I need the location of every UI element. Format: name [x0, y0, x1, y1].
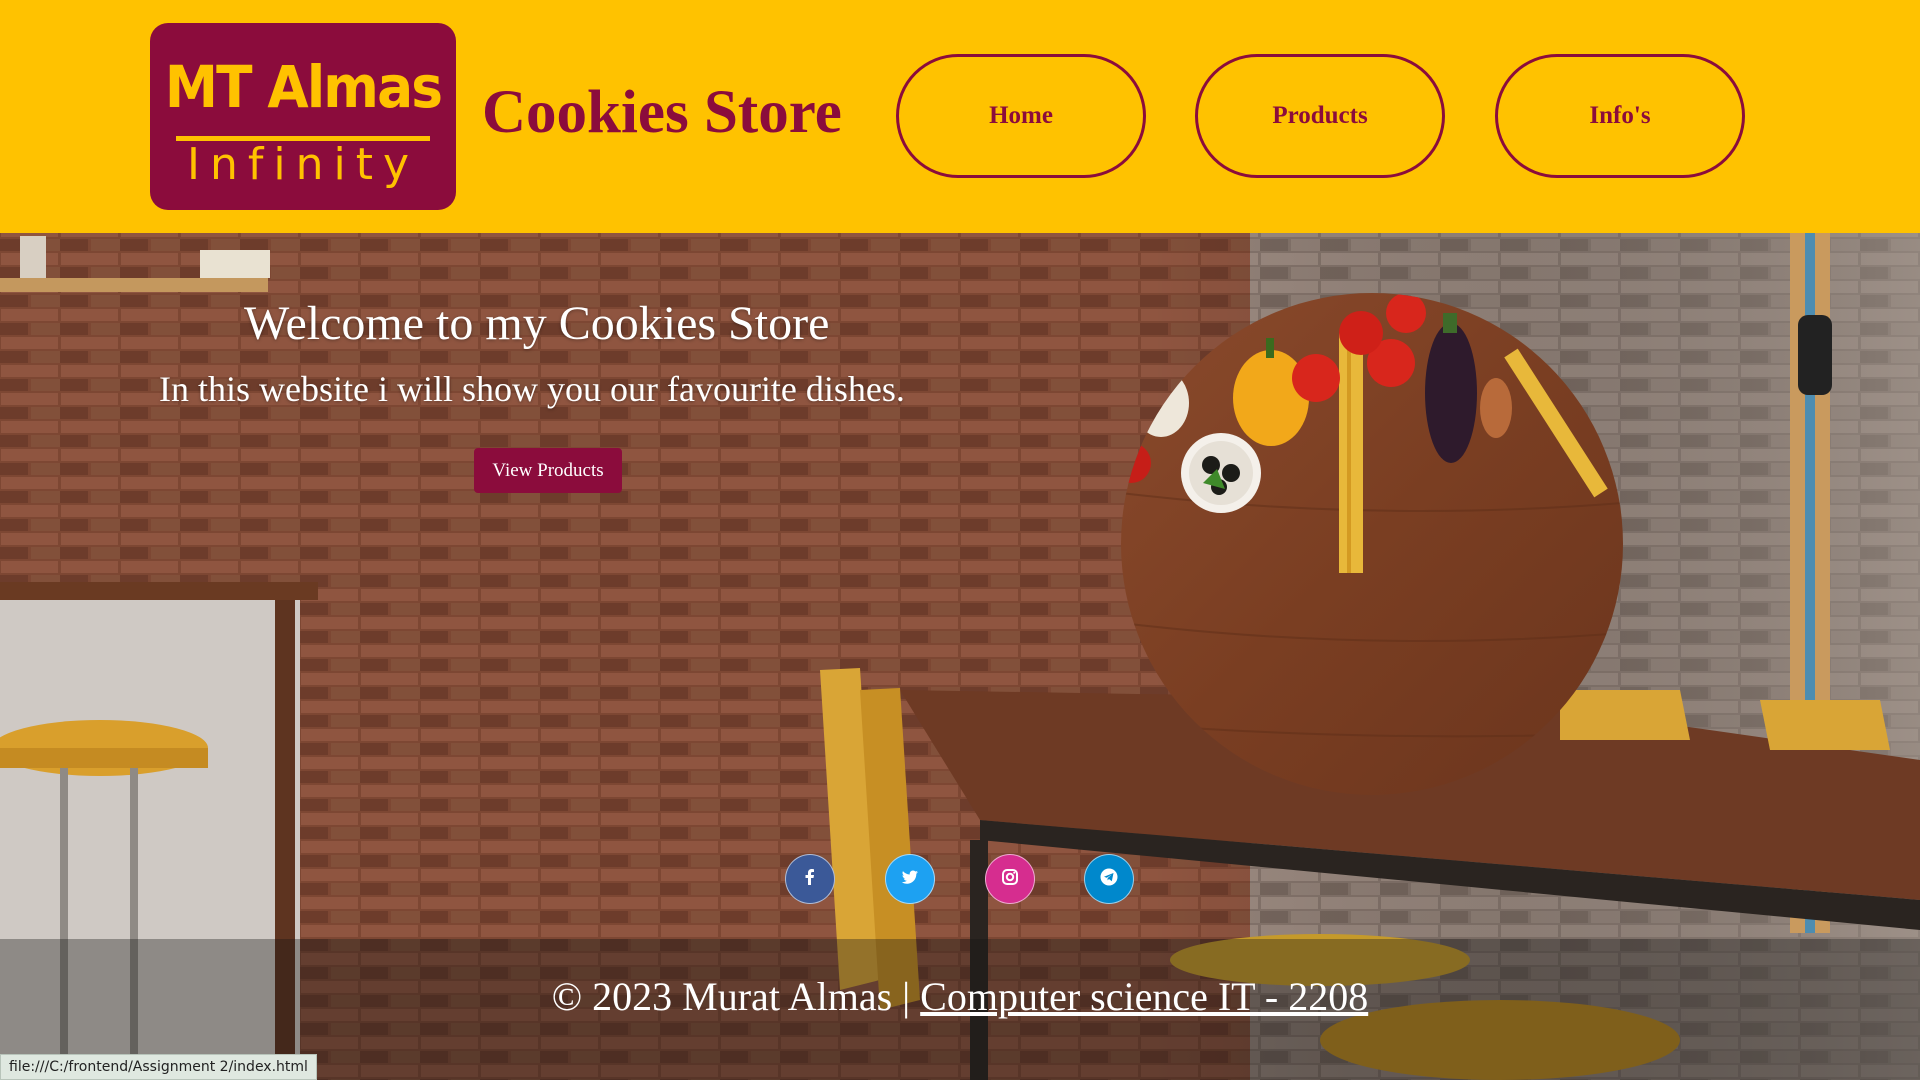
- twitter-button[interactable]: [885, 854, 935, 904]
- hero-subheading: In this website i will show you our favo…: [159, 369, 905, 409]
- copyright-text: © 2023 Murat Almas |: [551, 974, 921, 1019]
- nav-products-button[interactable]: Products: [1195, 54, 1445, 178]
- telegram-button[interactable]: [1084, 854, 1134, 904]
- view-products-button[interactable]: View Products: [474, 448, 622, 493]
- hero-heading: Welcome to my Cookies Store: [244, 297, 830, 350]
- facebook-icon: [800, 867, 820, 892]
- site-header: MT Almas Infinity Cookies Store Home Pro…: [0, 0, 1920, 233]
- twitter-icon: [900, 867, 920, 892]
- logo-line2: Infinity: [187, 139, 419, 190]
- instagram-button[interactable]: [985, 854, 1035, 904]
- food-image: [1121, 293, 1623, 795]
- brand-logo[interactable]: MT Almas Infinity: [150, 23, 456, 210]
- logo-line1: MT Almas: [164, 53, 443, 121]
- nav-home-button[interactable]: Home: [896, 54, 1146, 178]
- footer-text: © 2023 Murat Almas | Computer science IT…: [0, 973, 1920, 1020]
- site-title: Cookies Store: [482, 79, 842, 146]
- footer-course-link[interactable]: Computer science IT - 2208: [920, 974, 1368, 1019]
- browser-status-url: file:///C:/frontend/Assignment 2/index.h…: [0, 1054, 317, 1080]
- nav-infos-button[interactable]: Info's: [1495, 54, 1745, 178]
- instagram-icon: [1000, 867, 1020, 892]
- telegram-icon: [1099, 867, 1119, 892]
- facebook-button[interactable]: [785, 854, 835, 904]
